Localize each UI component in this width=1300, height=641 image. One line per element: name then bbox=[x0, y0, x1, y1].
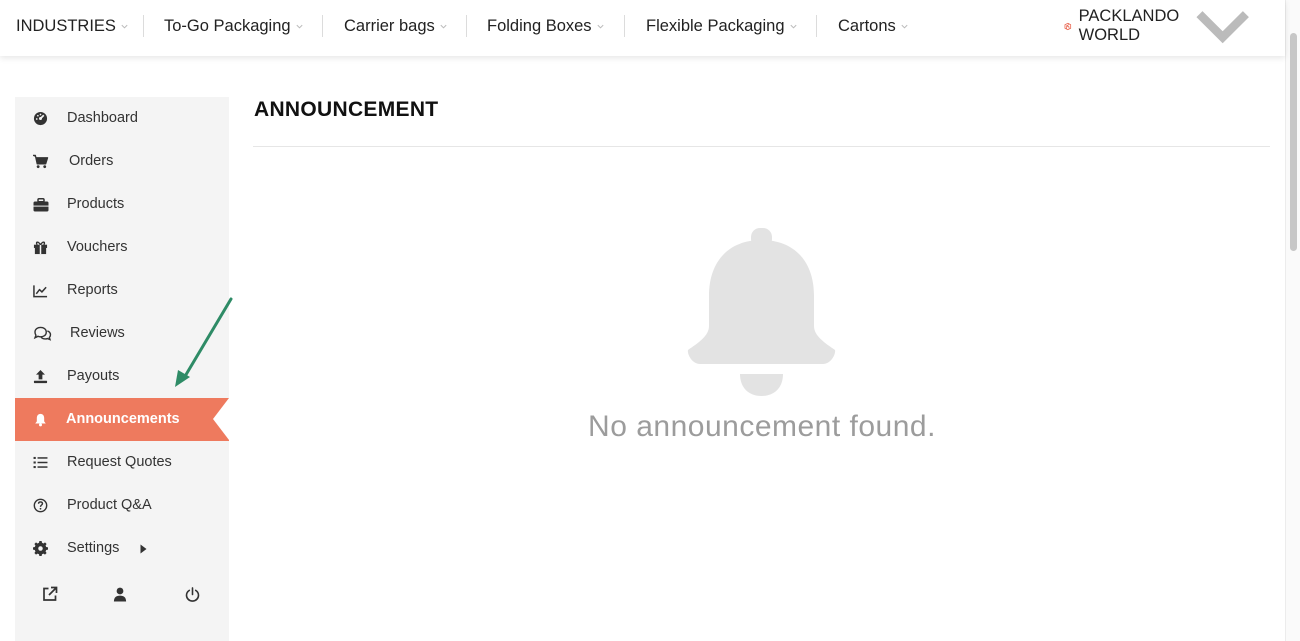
comments-icon bbox=[33, 325, 52, 342]
chevron-down-icon bbox=[901, 24, 908, 29]
sidebar-item-request-quotes[interactable]: Request Quotes bbox=[15, 441, 229, 484]
vertical-scrollbar[interactable] bbox=[1285, 0, 1300, 641]
menu-divider bbox=[816, 15, 817, 37]
external-link-icon[interactable] bbox=[41, 585, 59, 603]
sidebar-item-reviews[interactable]: Reviews bbox=[15, 312, 229, 355]
menu-divider bbox=[143, 15, 144, 37]
menu-divider bbox=[624, 15, 625, 37]
top-navigation: INDUSTRIES To-Go Packaging Carrier bags … bbox=[0, 0, 1285, 56]
menu-divider bbox=[322, 15, 323, 37]
question-circle-icon bbox=[32, 497, 49, 514]
chevron-down-icon bbox=[121, 24, 128, 29]
dashboard-icon bbox=[32, 110, 49, 127]
briefcase-icon bbox=[32, 196, 49, 213]
chart-line-icon bbox=[32, 282, 49, 299]
cart-icon bbox=[32, 153, 49, 170]
empty-state-bell-icon bbox=[687, 228, 836, 396]
sidebar-item-product-qa[interactable]: Product Q&A bbox=[15, 484, 229, 527]
menu-folding-boxes[interactable]: Folding Boxes bbox=[487, 0, 605, 52]
packlando-logo bbox=[1064, 22, 1072, 30]
sidebar-item-settings[interactable]: Settings bbox=[15, 527, 229, 570]
chevron-down-icon bbox=[296, 24, 303, 29]
empty-state-message: No announcement found. bbox=[588, 410, 936, 443]
title-divider bbox=[253, 146, 1270, 147]
dashboard-sidebar: Dashboard Orders Products Vouchers Repor… bbox=[15, 97, 229, 641]
gift-icon bbox=[32, 239, 49, 256]
chevron-down-icon bbox=[1196, 11, 1250, 44]
scrollbar-thumb[interactable] bbox=[1290, 33, 1297, 251]
menu-flexible-packaging[interactable]: Flexible Packaging bbox=[646, 0, 798, 52]
upload-icon bbox=[32, 368, 49, 385]
menu-to-go-packaging[interactable]: To-Go Packaging bbox=[164, 0, 304, 52]
gear-icon bbox=[32, 540, 49, 557]
chevron-down-icon bbox=[440, 24, 447, 29]
sidebar-item-products[interactable]: Products bbox=[15, 183, 229, 226]
menu-industries[interactable]: INDUSTRIES bbox=[16, 0, 129, 52]
sidebar-item-vouchers[interactable]: Vouchers bbox=[15, 226, 229, 269]
brand-menu[interactable]: PACKLANDO WORLD bbox=[1064, 0, 1262, 52]
list-icon bbox=[32, 454, 49, 471]
menu-divider bbox=[466, 15, 467, 37]
page-title: ANNOUNCEMENT bbox=[254, 98, 439, 121]
chevron-down-icon bbox=[789, 24, 797, 29]
power-icon[interactable] bbox=[183, 585, 201, 603]
sidebar-item-payouts[interactable]: Payouts bbox=[15, 355, 229, 398]
menu-cartons[interactable]: Cartons bbox=[838, 0, 909, 52]
sidebar-item-dashboard[interactable]: Dashboard bbox=[15, 97, 229, 140]
caret-right-icon bbox=[140, 544, 147, 554]
menu-carrier-bags[interactable]: Carrier bags bbox=[344, 0, 448, 52]
user-icon[interactable] bbox=[111, 585, 129, 603]
sidebar-item-reports[interactable]: Reports bbox=[15, 269, 229, 312]
sidebar-item-orders[interactable]: Orders bbox=[15, 140, 229, 183]
chevron-down-icon bbox=[597, 24, 604, 29]
